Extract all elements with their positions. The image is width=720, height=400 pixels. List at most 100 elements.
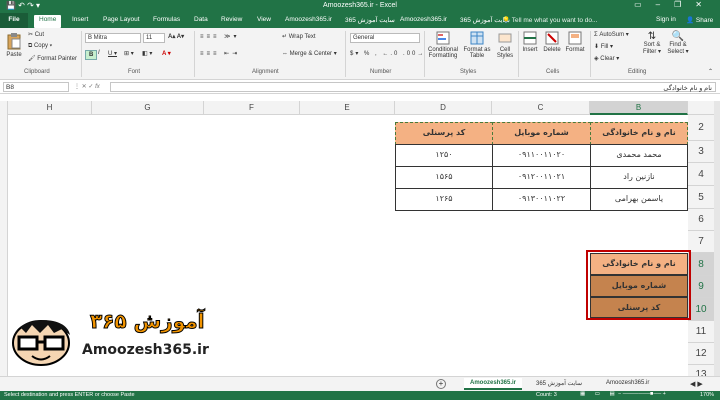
table-cell-name[interactable]: نازنین راد: [590, 166, 688, 189]
sheet-nav-arrows[interactable]: ◀ ▶: [690, 380, 703, 388]
font-color-icon[interactable]: A ▾: [162, 50, 171, 57]
row-header[interactable]: 8: [688, 253, 714, 276]
sort-filter-button[interactable]: ⇅ Sort & Filter ▾: [640, 31, 664, 55]
row-header[interactable]: 11: [688, 321, 714, 343]
header-cell-mobile[interactable]: شماره موبایل: [492, 122, 591, 145]
cut-button[interactable]: ✂ Cut: [28, 31, 44, 38]
row-header[interactable]: 6: [688, 209, 714, 231]
view-mode-icons[interactable]: ▦ ▭ ▤: [580, 391, 619, 397]
fill-button[interactable]: ⬇ Fill ▾: [594, 43, 613, 50]
table-cell-mobile[interactable]: ۰۹۱۲۰۰۱۱۰۲۱: [492, 166, 591, 189]
clear-button[interactable]: ◈ Clear ▾: [594, 55, 619, 62]
format-cells-button[interactable]: Format: [564, 31, 586, 53]
column-header-d[interactable]: D: [395, 101, 492, 115]
add-sheet-icon[interactable]: +: [436, 379, 446, 389]
left-scroll-strip[interactable]: [0, 101, 8, 376]
sign-in-link[interactable]: Sign in: [656, 16, 676, 23]
align-horizontal-icons[interactable]: ≡≡≡ ⇤⇥: [200, 50, 240, 57]
bold-button[interactable]: B: [85, 50, 98, 60]
font-size-box[interactable]: 11: [143, 33, 165, 43]
wrap-text-button[interactable]: ↵ Wrap Text: [282, 33, 316, 40]
conditional-formatting-button[interactable]: Conditional Formatting: [426, 31, 460, 59]
tab-file[interactable]: File: [0, 13, 28, 28]
table-cell-mobile[interactable]: ۰۹۱۳۰۰۱۱۰۲۲: [492, 188, 591, 211]
formula-input[interactable]: نام و نام خانوادگی: [110, 82, 716, 92]
tab-formulas[interactable]: Formulas: [153, 16, 180, 23]
column-header-g[interactable]: G: [92, 101, 204, 115]
row-header[interactable]: 10: [688, 298, 714, 321]
italic-button[interactable]: I: [98, 50, 100, 56]
column-header-c[interactable]: C: [492, 101, 590, 115]
sheet-tab-active[interactable]: Amoozesh365.ir: [464, 378, 523, 390]
delete-cells-button[interactable]: Delete: [542, 31, 562, 53]
insert-cells-button[interactable]: Insert: [520, 31, 540, 53]
row-header[interactable]: 13: [688, 365, 714, 376]
paste-label: Paste: [6, 52, 22, 58]
merge-center-button[interactable]: ⇔ Merge & Center ▾: [282, 50, 337, 57]
format-as-table-button[interactable]: Format as Table: [462, 31, 492, 59]
vertical-scrollbar[interactable]: [714, 101, 720, 376]
borders-icon[interactable]: ⊞ ▾: [124, 50, 134, 57]
tab-data[interactable]: Data: [194, 16, 208, 23]
header-cell-code[interactable]: کد پرسنلی: [395, 122, 493, 145]
table-cell-code[interactable]: ۱۲۶۵: [395, 188, 493, 211]
align-top-icons[interactable]: ≡≡≡ ≫▾: [200, 33, 239, 40]
sheet-tab[interactable]: سایت آموزش 365: [530, 378, 588, 390]
transposed-cell-mobile[interactable]: شماره موبایل: [590, 275, 688, 297]
window-controls[interactable]: ▭–❐✕: [634, 0, 716, 9]
tab-home[interactable]: Home: [34, 15, 62, 28]
tell-me-box[interactable]: 💡 Tell me what you want to do...: [502, 16, 597, 24]
sheet-tab[interactable]: Amoozesh365.ir: [600, 378, 655, 390]
table-cell-name[interactable]: محمد محمدی: [590, 144, 688, 167]
tab-review[interactable]: Review: [221, 16, 242, 23]
collapse-ribbon-icon[interactable]: ⌃: [708, 68, 713, 75]
table-cell-name[interactable]: یاسمن بهرامی: [590, 188, 688, 211]
sheet-tab-bar: + Amoozesh365.ir سایت آموزش 365 Amoozesh…: [0, 376, 720, 391]
delete-label: Delete: [543, 47, 561, 53]
worksheet-grid[interactable]: H G F E D C B 2 3 4 5 6 7 8 9 10 11 12 1…: [0, 94, 720, 376]
sort-icon: ⇅: [647, 31, 657, 42]
fill-color-icon[interactable]: ◧ ▾: [142, 50, 152, 57]
column-header-h[interactable]: H: [8, 101, 92, 115]
find-select-button[interactable]: 🔍 Find & Select ▾: [666, 31, 690, 55]
column-header-e[interactable]: E: [300, 101, 395, 115]
header-cell-name[interactable]: نام و نام خانوادگی: [590, 122, 688, 145]
tab-view[interactable]: View: [257, 16, 271, 23]
row-header[interactable]: 5: [688, 186, 714, 209]
zoom-level[interactable]: 170%: [700, 392, 714, 398]
row-header[interactable]: 4: [688, 163, 714, 186]
tab-page-layout[interactable]: Page Layout: [103, 16, 140, 23]
table-cell-code[interactable]: ۱۵۶۵: [395, 166, 493, 189]
row-header[interactable]: 2: [688, 115, 714, 141]
tab-site-3[interactable]: Amoozesh365.ir: [400, 16, 447, 23]
format-painter-button[interactable]: 🖌 Format Painter: [28, 55, 77, 62]
row-header[interactable]: 3: [688, 141, 714, 163]
tab-site-1[interactable]: Amoozesh365.ir: [285, 16, 332, 23]
zoom-slider[interactable]: − ───────■── +: [618, 391, 666, 397]
share-button[interactable]: 👤 Share: [686, 16, 713, 24]
cell-styles-button[interactable]: Cell Styles: [494, 31, 516, 59]
autosum-button[interactable]: Σ AutoSum ▾: [594, 31, 629, 38]
font-size-arrows[interactable]: A▴ A▾: [168, 33, 184, 40]
table-cell-mobile[interactable]: ۰۹۱۱۰۰۱۱۰۲۰: [492, 144, 591, 167]
column-header-b[interactable]: B: [590, 101, 688, 115]
row-header[interactable]: 12: [688, 343, 714, 365]
row-header[interactable]: 7: [688, 231, 714, 253]
select-all-corner[interactable]: [688, 101, 714, 115]
tab-insert[interactable]: Insert: [72, 16, 88, 23]
name-box[interactable]: B8: [3, 82, 69, 92]
table-cell-code[interactable]: ۱۲۵۰: [395, 144, 493, 167]
insert-label: Insert: [522, 47, 538, 53]
font-name-box[interactable]: B Mitra: [85, 33, 141, 43]
copy-button[interactable]: ⧉ Copy ▾: [28, 43, 52, 50]
row-header[interactable]: 9: [688, 276, 714, 298]
transposed-cell-code[interactable]: کد پرسنلی: [590, 297, 688, 318]
formula-buttons[interactable]: ⋮ ✕ ✓ fx: [74, 83, 100, 90]
paste-button[interactable]: Paste: [4, 32, 24, 58]
underline-button[interactable]: U ▾: [108, 50, 117, 57]
number-format-box[interactable]: General: [350, 33, 420, 43]
number-format-icons[interactable]: $▾ % , ←.0 .00→: [350, 50, 425, 57]
column-header-f[interactable]: F: [204, 101, 300, 115]
tab-site-2[interactable]: سایت آموزش 365: [345, 16, 395, 24]
transposed-cell-name[interactable]: نام و نام خانوادگی: [590, 253, 688, 275]
